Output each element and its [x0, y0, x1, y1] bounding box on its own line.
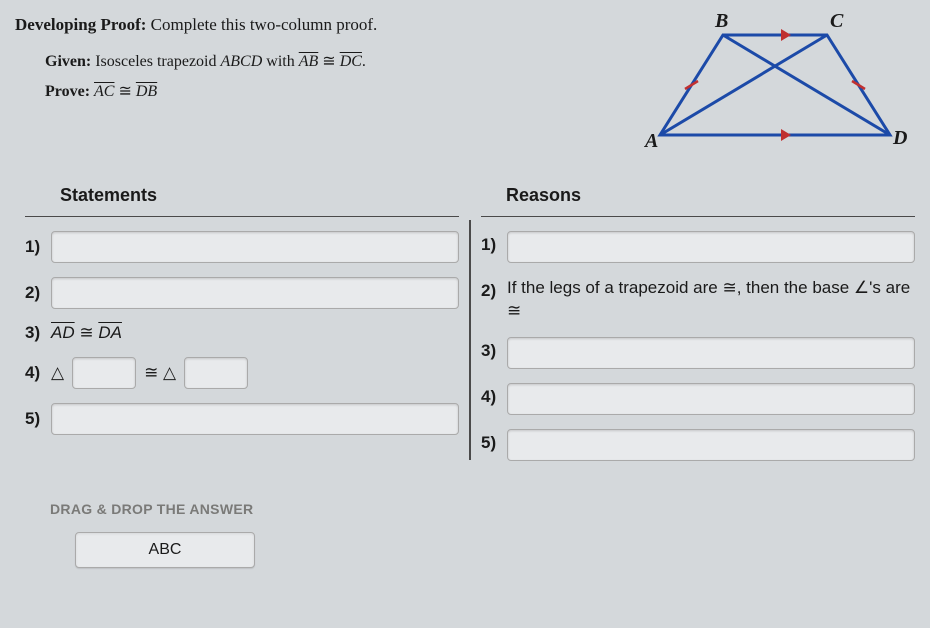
- row-number: 1): [25, 237, 43, 257]
- diagram: B C A D: [635, 15, 925, 165]
- statement-5-blank[interactable]: [51, 403, 459, 435]
- row-number: 3): [481, 337, 499, 361]
- reason-row-3: 3): [481, 337, 915, 369]
- given-label: Given:: [45, 53, 91, 70]
- row-number: 5): [25, 409, 43, 429]
- statement-row-2: 2): [25, 277, 459, 309]
- reason-3-blank[interactable]: [507, 337, 915, 369]
- s3-congr: ≅: [75, 323, 99, 342]
- statement-1-blank[interactable]: [51, 231, 459, 263]
- title-rest: Complete this two-column proof.: [146, 15, 377, 34]
- proof-table: Statements 1) 2) 3) AD ≅ DA 4) △ ≅ △ 5) …: [15, 185, 925, 461]
- answer-tile-abc[interactable]: ABC: [75, 532, 255, 568]
- given-shape: ABCD: [221, 53, 263, 70]
- statement-2-blank[interactable]: [51, 277, 459, 309]
- statement-row-4: 4) △ ≅ △: [25, 357, 459, 389]
- row-number: 3): [25, 323, 43, 343]
- dragdrop-label: DRAG & DROP THE ANSWER: [50, 501, 925, 517]
- reason-row-2: 2) If the legs of a trapezoid are ≅, the…: [481, 277, 915, 323]
- reasons-header: Reasons: [481, 185, 915, 217]
- reason-1-blank[interactable]: [507, 231, 915, 263]
- statement-row-5: 5): [25, 403, 459, 435]
- reasons-column: Reasons 1) 2) If the legs of a trapezoid…: [471, 185, 925, 461]
- row-number: 5): [481, 429, 499, 453]
- congr2: ≅: [114, 83, 135, 100]
- s4-congr: ≅ △: [144, 363, 176, 383]
- row-number: 4): [481, 383, 499, 407]
- reason-row-1: 1): [481, 231, 915, 263]
- reason-row-5: 5): [481, 429, 915, 461]
- congr1: ≅: [318, 53, 339, 70]
- prompt-area: Developing Proof: Complete this two-colu…: [15, 15, 615, 165]
- reason-2-text: If the legs of a trapezoid are ≅, then t…: [507, 277, 915, 323]
- prove-seg2: DB: [136, 83, 157, 100]
- period: .: [362, 53, 366, 70]
- s3-seg2: DA: [98, 323, 122, 342]
- row-number: 2): [25, 283, 43, 303]
- statements-column: Statements 1) 2) 3) AD ≅ DA 4) △ ≅ △ 5): [15, 185, 469, 461]
- row-number: 4): [25, 363, 43, 383]
- label-B: B: [715, 10, 728, 33]
- s3-seg1: AD: [51, 323, 75, 342]
- given-seg2: DC: [340, 53, 362, 70]
- prove-line: Prove: AC ≅ DB: [45, 77, 615, 107]
- reason-row-4: 4): [481, 383, 915, 415]
- reason-4-blank[interactable]: [507, 383, 915, 415]
- given-with: with: [262, 53, 298, 70]
- prompt-title: Developing Proof: Complete this two-colu…: [15, 15, 615, 35]
- s4-tri1: △: [51, 363, 64, 383]
- row-number: 2): [481, 277, 499, 301]
- reason-5-blank[interactable]: [507, 429, 915, 461]
- label-C: C: [830, 10, 843, 33]
- label-D: D: [893, 127, 907, 150]
- statement-row-1: 1): [25, 231, 459, 263]
- given-seg1: AB: [299, 53, 319, 70]
- statement-4-blank-2[interactable]: [184, 357, 248, 389]
- row-number: 1): [481, 231, 499, 255]
- given-line: Given: Isosceles trapezoid ABCD with AB …: [45, 47, 615, 77]
- statement-row-3: 3) AD ≅ DA: [25, 323, 459, 343]
- given-text: Isosceles trapezoid: [91, 53, 220, 70]
- statements-header: Statements: [25, 185, 459, 217]
- prove-seg1: AC: [94, 83, 114, 100]
- statement-4-blank-1[interactable]: [72, 357, 136, 389]
- label-A: A: [645, 130, 658, 153]
- title-bold: Developing Proof:: [15, 15, 146, 34]
- prove-label: Prove:: [45, 83, 90, 100]
